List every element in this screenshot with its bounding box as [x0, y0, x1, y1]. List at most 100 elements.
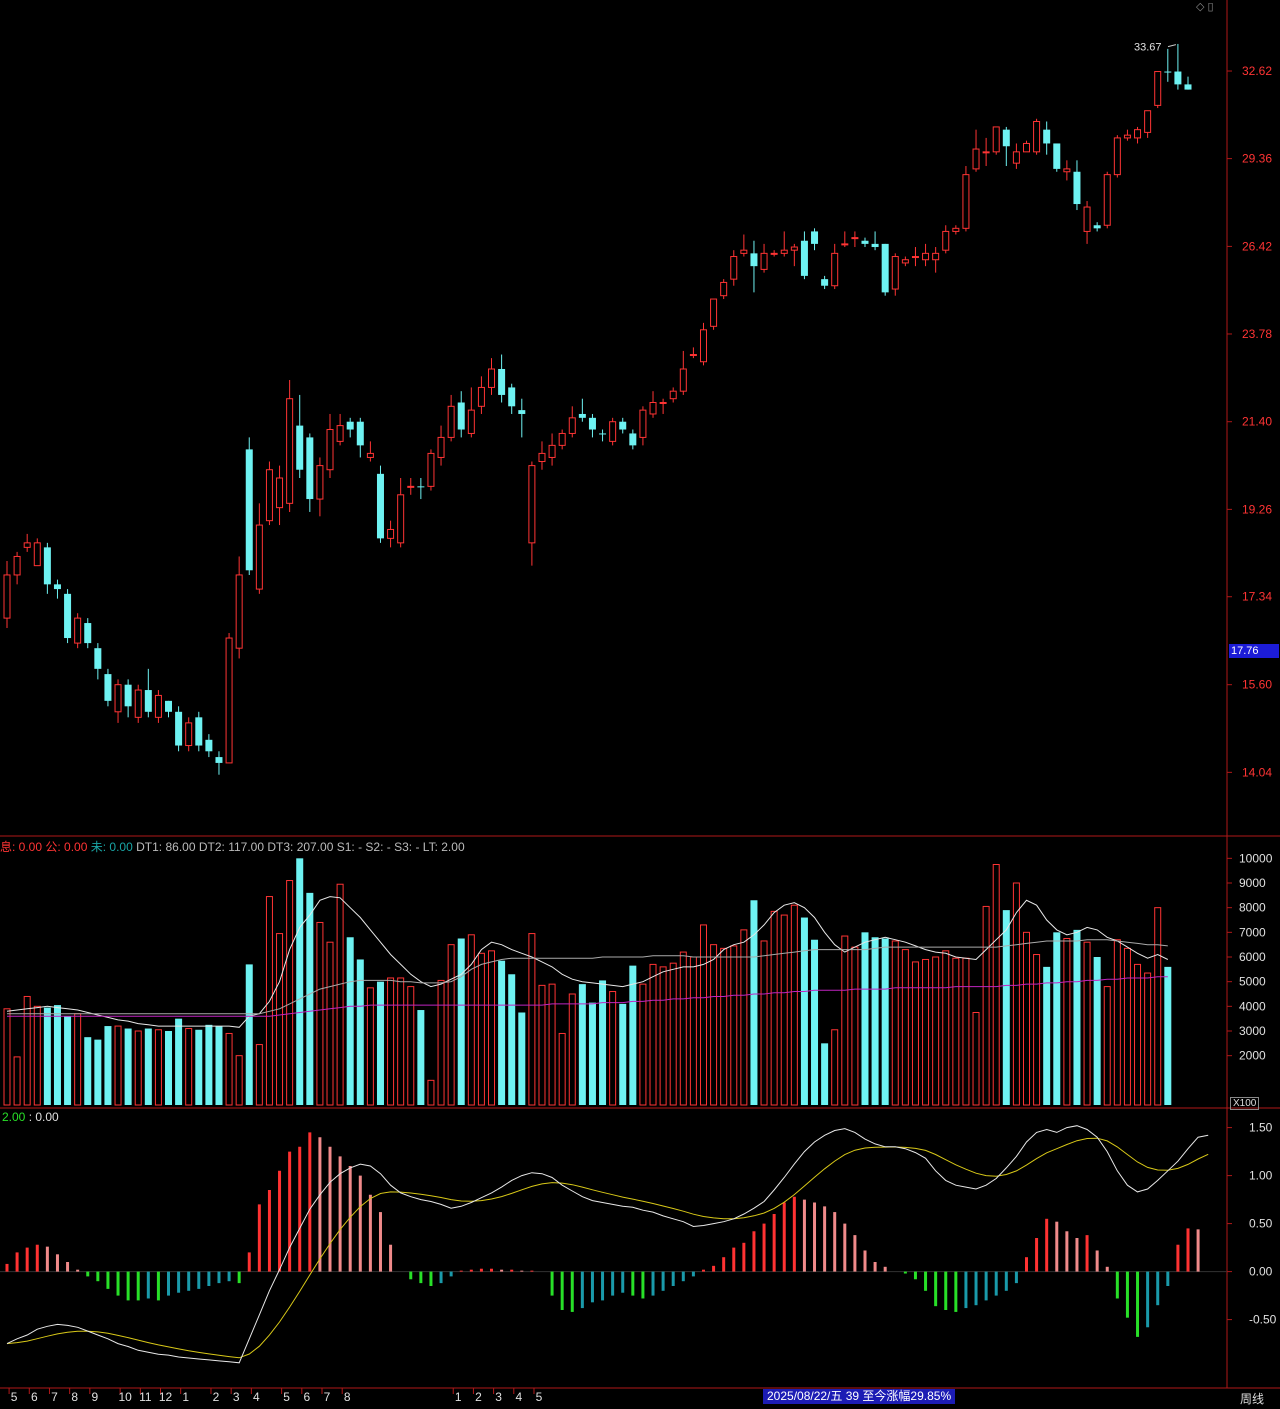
volume-bar — [619, 1003, 627, 1105]
x-tick-label: 2 — [213, 1390, 220, 1404]
volume-bar — [427, 1079, 435, 1106]
candle-body — [265, 469, 273, 522]
indicator-value: : 0.00 — [28, 1110, 59, 1124]
period-label[interactable]: 周线 — [1240, 1390, 1264, 1407]
volume-bar — [447, 944, 455, 1106]
candle-body — [841, 243, 849, 246]
candle-body — [821, 279, 829, 286]
indicator-label: S1: — [336, 840, 355, 854]
volume-bar — [1154, 907, 1162, 1106]
candle-body — [1022, 142, 1030, 153]
y-tick-label: 4000 — [1239, 999, 1266, 1013]
y-tick-label: 23.78 — [1242, 327, 1272, 341]
candle-body — [720, 281, 728, 297]
candle-body — [528, 465, 536, 544]
volume-bar — [568, 993, 576, 1106]
indicator-value: 86.00 — [162, 840, 199, 854]
y-tick-label: 2000 — [1239, 1049, 1266, 1063]
candle-body — [1033, 120, 1041, 153]
candle-body — [346, 421, 354, 430]
volume-bar — [982, 905, 990, 1106]
y-tick-label: 0.00 — [1249, 1265, 1273, 1279]
candle-body — [74, 617, 82, 644]
candle-body — [13, 555, 21, 576]
candle-body — [1073, 171, 1081, 205]
window-icon[interactable]: ▯ — [1208, 1, 1214, 13]
y-tick-label: 19.26 — [1242, 502, 1272, 516]
volume-bar — [255, 1044, 263, 1106]
candle-body — [800, 240, 808, 276]
volume-bar — [992, 864, 1000, 1106]
candle-body — [498, 368, 506, 395]
volume-bar — [760, 940, 768, 1106]
x-tick-label: 2 — [475, 1390, 482, 1404]
volume-bar — [1144, 972, 1152, 1106]
volume-bar — [1073, 929, 1081, 1105]
candle-body — [1043, 129, 1051, 144]
x-tick-label: 11 — [139, 1390, 152, 1404]
candle-body — [568, 417, 576, 434]
candle-body — [84, 623, 92, 644]
candle-body — [43, 547, 51, 585]
volume-bar — [1164, 966, 1172, 1105]
candle-body — [659, 401, 667, 404]
indicator-value: 2.00 — [437, 840, 465, 854]
candle-body — [710, 298, 718, 327]
candle-body — [911, 256, 919, 259]
candle-body — [649, 401, 657, 415]
candle-body — [538, 452, 546, 463]
candle-body — [962, 174, 970, 229]
volume-bar — [84, 1037, 92, 1105]
indicator-label: S3: — [394, 840, 413, 854]
candle-body — [1154, 71, 1162, 106]
candle-body — [619, 421, 627, 430]
candle-body — [225, 637, 233, 764]
volume-bar — [972, 1012, 980, 1106]
volume-bar — [195, 1029, 203, 1105]
stock-chart[interactable]: 14.04 15.60 17.34 19.26 21.40 23.78 26.42 29.36… — [0, 0, 1280, 1409]
volume-bar — [962, 957, 970, 1106]
diamond-icon[interactable]: ◇ — [1196, 1, 1204, 13]
candle-body — [730, 256, 738, 280]
volume-bar — [578, 984, 586, 1105]
volume-bar — [296, 858, 304, 1105]
candle-body — [1083, 206, 1091, 232]
candle-body — [679, 368, 687, 392]
cursor-date-tag: 2025/08/22/五 39 至今涨幅29.85% — [763, 1389, 956, 1404]
panel-control-icons[interactable]: ◇ ▯ — [1196, 0, 1214, 13]
candle-body — [165, 700, 173, 712]
volume-bar — [387, 977, 395, 1106]
volume-bar — [356, 959, 364, 1105]
candle-body — [1002, 129, 1010, 147]
y-tick-label: 6000 — [1239, 950, 1266, 964]
volume-bar — [165, 1031, 173, 1105]
candle-body — [185, 722, 193, 747]
candle-body — [548, 444, 556, 458]
volume-bar — [1033, 954, 1041, 1106]
candle-body — [1103, 174, 1111, 226]
volume-bar — [1002, 910, 1010, 1105]
candle-body — [114, 684, 122, 713]
y-tick-label: 1.50 — [1249, 1121, 1273, 1135]
volume-bar — [831, 1029, 839, 1106]
candle-body — [790, 246, 798, 251]
x-tick-label: 8 — [71, 1390, 78, 1404]
volume-bar — [488, 950, 496, 1106]
indicator-label: DT1: — [136, 840, 163, 854]
candle-body — [578, 413, 586, 418]
volume-bar — [457, 938, 465, 1105]
candle-body — [124, 684, 132, 707]
x-tick-label: 4 — [515, 1390, 522, 1404]
candle-body — [437, 436, 445, 458]
indicator-label: 未: — [90, 840, 107, 854]
volume-bar — [1113, 939, 1121, 1106]
y-tick-label: 3000 — [1239, 1024, 1266, 1038]
volume-bar — [538, 984, 546, 1106]
volume-bar — [1134, 963, 1142, 1106]
candle-body — [276, 477, 284, 509]
volume-bar — [64, 1016, 72, 1105]
volume-bar — [1022, 931, 1030, 1106]
candle-body — [588, 417, 596, 430]
y-tick-label: 0.50 — [1249, 1217, 1273, 1231]
x-tick-label: 6 — [303, 1390, 310, 1404]
